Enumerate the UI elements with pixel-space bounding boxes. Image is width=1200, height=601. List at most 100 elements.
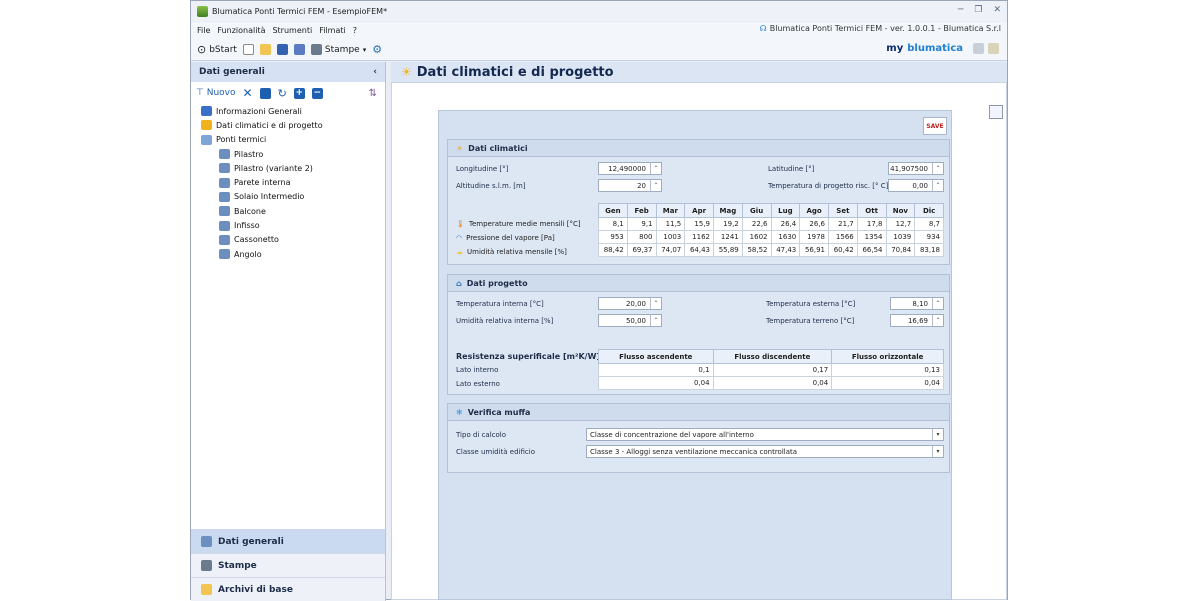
- copy-icon[interactable]: [259, 87, 271, 99]
- tree-item[interactable]: Solaio Intermedio: [201, 190, 385, 204]
- table-cell[interactable]: 1630: [770, 230, 801, 244]
- table-cell[interactable]: 1003: [655, 230, 686, 244]
- table-cell[interactable]: 83,18: [914, 243, 944, 257]
- maximize-button[interactable]: ❐: [974, 5, 982, 15]
- tree-item[interactable]: Cassonetto: [201, 233, 385, 247]
- table-cell[interactable]: 26,4: [770, 217, 801, 231]
- table-cell[interactable]: 74,07: [655, 243, 686, 257]
- nav-dati-generali[interactable]: Dati generali: [191, 529, 385, 553]
- table-cell[interactable]: 47,43: [770, 243, 801, 257]
- table-cell[interactable]: 8,7: [914, 217, 944, 231]
- tree-node-icon: [219, 163, 230, 174]
- table-cell[interactable]: 26,6: [799, 217, 829, 231]
- close-button[interactable]: ✕: [993, 5, 1001, 15]
- help-doc-icon[interactable]: [973, 43, 984, 54]
- support-icon: ☊: [759, 24, 767, 33]
- table-cell[interactable]: 0,04: [598, 376, 714, 390]
- table-cell[interactable]: 1566: [828, 230, 858, 244]
- table-cell[interactable]: 22,6: [741, 217, 772, 231]
- chevron-down-icon[interactable]: ▾: [932, 429, 943, 440]
- table-cell[interactable]: 66,54: [856, 243, 887, 257]
- table-cell[interactable]: 0,1: [598, 363, 714, 377]
- temp-interna-input[interactable]: 20,00: [598, 297, 662, 310]
- nuovo-button[interactable]: ⊤ Nuovo: [196, 88, 236, 98]
- table-cell[interactable]: 64,43: [684, 243, 714, 257]
- table-cell[interactable]: 15,9: [684, 217, 714, 231]
- table-cell[interactable]: 1978: [799, 230, 829, 244]
- table-cell[interactable]: 70,84: [885, 243, 916, 257]
- altitudine-input[interactable]: 20: [598, 179, 662, 192]
- table-cell[interactable]: 1354: [856, 230, 887, 244]
- table-cell[interactable]: 934: [914, 230, 944, 244]
- sort-icon[interactable]: ⇅: [369, 88, 377, 99]
- settings-icon[interactable]: ⚙: [372, 43, 382, 56]
- refresh-icon[interactable]: ↻: [278, 87, 287, 100]
- table-cell[interactable]: 58,52: [741, 243, 772, 257]
- save-icon[interactable]: [276, 44, 288, 55]
- myblumatica-logo[interactable]: my blumatica: [886, 43, 999, 54]
- table-cell[interactable]: 11,5: [655, 217, 686, 231]
- latitudine-input[interactable]: 41,907500: [888, 162, 944, 175]
- tree-item[interactable]: Infisso: [201, 218, 385, 232]
- menu-file[interactable]: File: [197, 26, 210, 35]
- table-cell[interactable]: 69,37: [626, 243, 657, 257]
- classe-umidita-select[interactable]: Classe 3 - Alloggi senza ventilazione me…: [586, 445, 944, 458]
- open-folder-icon[interactable]: [259, 44, 271, 55]
- tree-item[interactable]: Angolo: [201, 247, 385, 261]
- longitudine-input[interactable]: 12,490000: [598, 162, 662, 175]
- save-as-icon[interactable]: [293, 44, 305, 55]
- minimize-button[interactable]: ─: [958, 5, 963, 15]
- table-cell[interactable]: 60,42: [828, 243, 858, 257]
- menu-funzionalita[interactable]: Funzionalità: [217, 26, 265, 35]
- chevron-down-icon[interactable]: ▾: [932, 446, 943, 457]
- delete-icon[interactable]: ✕: [243, 86, 253, 100]
- table-cell[interactable]: 12,7: [885, 217, 916, 231]
- table-cell[interactable]: 0,17: [712, 363, 833, 377]
- new-file-icon[interactable]: [242, 44, 254, 55]
- temp-progetto-input[interactable]: 0,00: [888, 179, 944, 192]
- bstart-button[interactable]: ⊙ bStart: [197, 43, 237, 56]
- table-cell[interactable]: 0,04: [831, 376, 944, 390]
- tree-item[interactable]: Pilastro: [201, 147, 385, 161]
- tree-item[interactable]: Dati climatici e di progetto: [201, 118, 385, 132]
- row-label-pressione: ◠ Pressione del vapore [Pa]: [456, 234, 555, 242]
- table-cell[interactable]: 1162: [684, 230, 714, 244]
- table-cell[interactable]: 21,7: [828, 217, 858, 231]
- menu-filmati[interactable]: Filmati: [319, 26, 346, 35]
- collapse-pane-button[interactable]: ‹: [373, 67, 377, 77]
- table-cell[interactable]: 1039: [885, 230, 916, 244]
- table-cell[interactable]: 0,04: [712, 376, 833, 390]
- temp-terreno-input[interactable]: 16,69: [890, 314, 944, 327]
- side-panel-toggle-icon[interactable]: [989, 105, 1003, 119]
- tree-item[interactable]: Pilastro (variante 2): [201, 161, 385, 175]
- table-cell[interactable]: 953: [598, 230, 628, 244]
- table-cell[interactable]: 9,1: [626, 217, 657, 231]
- collapse-all-icon[interactable]: −: [311, 87, 323, 99]
- table-cell[interactable]: 56,91: [799, 243, 829, 257]
- umidita-interna-input[interactable]: 50,00: [598, 314, 662, 327]
- menu-strumenti[interactable]: Strumenti: [272, 26, 312, 35]
- stampe-dropdown[interactable]: Stampe ▾: [310, 44, 366, 55]
- nav-archivi[interactable]: Archivi di base: [191, 577, 385, 601]
- tree-item[interactable]: Parete interna: [201, 175, 385, 189]
- table-cell[interactable]: 0,13: [831, 363, 944, 377]
- temp-esterna-input[interactable]: 8,10: [890, 297, 944, 310]
- tree-item[interactable]: Balcone: [201, 204, 385, 218]
- tree-item[interactable]: Informazioni Generali: [201, 104, 385, 118]
- tree-item[interactable]: Ponti termici: [201, 133, 385, 147]
- table-cell[interactable]: 1241: [713, 230, 743, 244]
- expand-all-icon[interactable]: +: [293, 87, 305, 99]
- sun-cloud-icon: ☀: [401, 65, 412, 79]
- table-cell[interactable]: 800: [626, 230, 657, 244]
- nav-stampe[interactable]: Stampe: [191, 553, 385, 577]
- table-cell[interactable]: 1602: [741, 230, 772, 244]
- tipo-calcolo-select[interactable]: Classe di concentrazione del vapore all'…: [586, 428, 944, 441]
- notes-icon[interactable]: [988, 43, 999, 54]
- table-cell[interactable]: 17,8: [856, 217, 887, 231]
- menu-help[interactable]: ?: [353, 26, 357, 35]
- save-button[interactable]: SAVE: [923, 117, 947, 135]
- table-cell[interactable]: 55,89: [713, 243, 743, 257]
- table-cell[interactable]: 8,1: [598, 217, 628, 231]
- table-cell[interactable]: 88,42: [598, 243, 628, 257]
- table-cell[interactable]: 19,2: [713, 217, 743, 231]
